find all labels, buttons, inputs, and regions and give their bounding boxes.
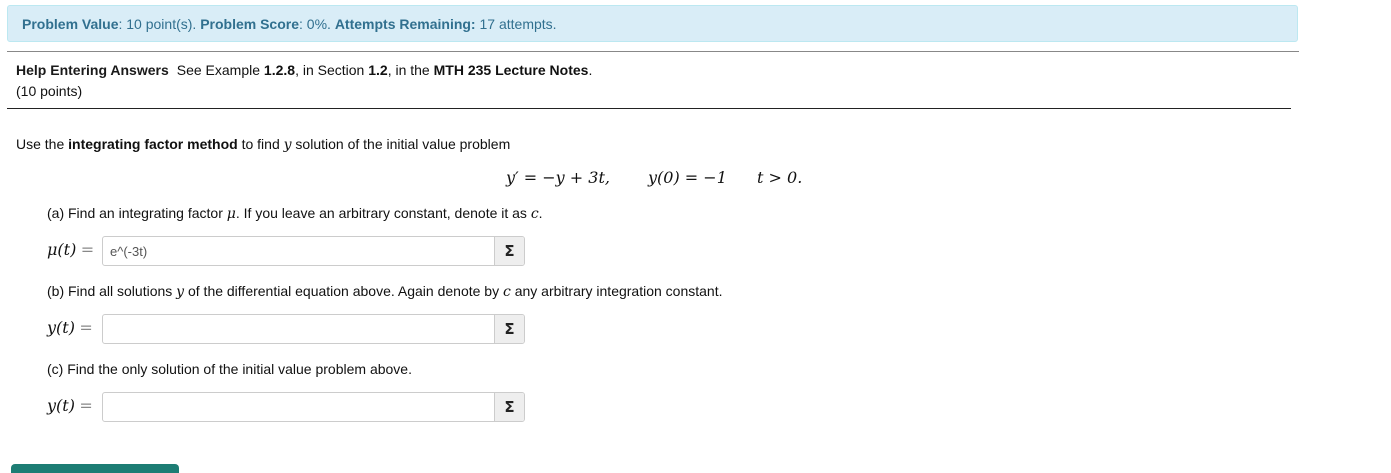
part-b-lhs-expression: y(t) xyxy=(47,318,75,337)
part-c-prompt-text: (c) Find the only solution of the initia… xyxy=(47,361,412,377)
part-a-answer-box: Σ xyxy=(102,236,525,266)
part-c-prompt: (c) Find the only solution of the initia… xyxy=(47,360,412,378)
section-number: 1.2 xyxy=(368,62,388,78)
initial-condition: y(0) = −1 xyxy=(648,168,727,187)
part-c-equals: = xyxy=(79,396,93,415)
part-c-answer-box: Σ xyxy=(102,392,525,422)
problem-score-text: : 0%. xyxy=(299,16,335,32)
part-b-equals: = xyxy=(79,318,93,337)
help-line: Help Entering Answers See Example 1.2.8, … xyxy=(16,61,592,79)
part-a-constant: c xyxy=(530,206,539,222)
attempts-remaining-text: 17 attempts. xyxy=(475,16,557,32)
part-b-prompt: (b) Find all solutions y of the differen… xyxy=(47,282,723,301)
problem-intro: Use the integrating factor method to fin… xyxy=(16,135,510,154)
part-a-prompt-end: . xyxy=(538,205,543,221)
attempts-remaining-label: Attempts Remaining: xyxy=(334,16,476,32)
intro-prefix: Use the xyxy=(16,136,69,152)
submit-answers-button[interactable] xyxy=(11,464,179,473)
help-entering-answers-link[interactable]: Help Entering Answers xyxy=(16,62,169,78)
part-b-prompt-suffix: of the differential equation above. Agai… xyxy=(184,283,503,299)
in-section-text: , in Section xyxy=(295,62,369,78)
top-divider xyxy=(7,51,1299,52)
part-b-answer-input[interactable] xyxy=(103,315,494,343)
sigma-icon[interactable]: Σ xyxy=(494,237,524,265)
part-b-prompt-end: any arbitrary integration constant. xyxy=(510,283,723,299)
help-period: . xyxy=(588,62,593,78)
time-domain: t > 0. xyxy=(757,168,803,187)
part-a-lhs-expression: μ(t) xyxy=(47,240,77,259)
example-number: 1.2.8 xyxy=(263,62,296,78)
part-a-prompt-suffix: . If you leave an arbitrary constant, de… xyxy=(235,205,531,221)
part-a-equals: = xyxy=(80,240,95,259)
intro-variable: y xyxy=(283,137,292,153)
problem-score-label: Problem Score xyxy=(200,16,300,32)
part-b-prompt-prefix: (b) Find all solutions xyxy=(47,283,177,299)
sigma-icon[interactable]: Σ xyxy=(494,315,524,343)
points-text: (10 points) xyxy=(16,83,83,99)
problem-status-bar: Problem Value: 10 point(s). Problem Scor… xyxy=(7,5,1298,42)
method-name: integrating factor method xyxy=(68,136,238,152)
part-a-answer-input[interactable] xyxy=(103,237,494,265)
part-c-answer-input[interactable] xyxy=(103,393,494,421)
part-a-lhs: μ(t) = xyxy=(47,239,94,262)
part-c-lhs-expression: y(t) xyxy=(47,396,75,415)
part-b-answer-box: Σ xyxy=(102,314,525,344)
part-a-prompt-prefix: (a) Find an integrating factor xyxy=(47,205,227,221)
part-b-symbol: y xyxy=(176,284,185,300)
problem-value-label: Problem Value xyxy=(22,16,119,32)
part-b-lhs: y(t) = xyxy=(47,317,93,340)
lecture-notes-link[interactable]: MTH 235 Lecture Notes xyxy=(434,62,589,78)
part-c-lhs: y(t) = xyxy=(47,395,93,418)
ode-equation: y′ = −y + 3t, xyxy=(506,168,610,187)
part-a-symbol: μ xyxy=(226,206,236,222)
part-b-constant: c xyxy=(502,284,511,300)
in-the-text: , in the xyxy=(387,62,434,78)
sigma-icon[interactable]: Σ xyxy=(494,393,524,421)
problem-value-text: : 10 point(s). xyxy=(118,16,201,32)
header-divider xyxy=(7,108,1291,109)
intro-mid: to find xyxy=(237,136,284,152)
see-example-text: See Example xyxy=(176,62,264,78)
part-a-prompt: (a) Find an integrating factor μ. If you… xyxy=(47,204,543,223)
intro-suffix: solution of the initial value problem xyxy=(291,136,511,152)
problem-page: Problem Value: 10 point(s). Problem Scor… xyxy=(0,0,1391,473)
